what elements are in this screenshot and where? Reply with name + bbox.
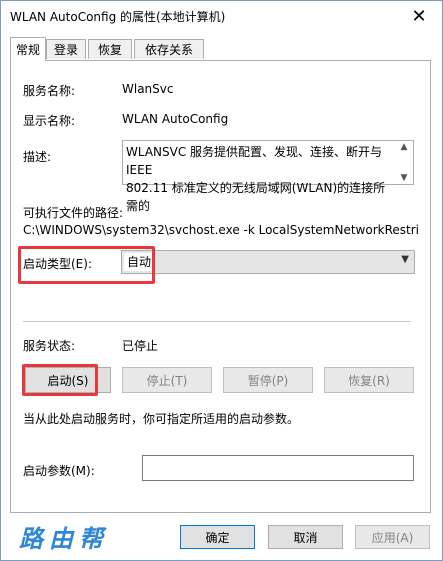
scroll-up-icon[interactable]: ▲ [397, 142, 411, 152]
startup-type-select[interactable]: 自动 ▼ [121, 250, 415, 274]
window-title: WLAN AutoConfig 的属性(本地计算机) [10, 10, 226, 24]
pause-button-label: 暂停(P) [247, 373, 289, 388]
tab-dependencies-label: 依存关系 [144, 43, 193, 57]
cancel-button[interactable]: 取消 [268, 525, 343, 549]
tab-recovery[interactable]: 恢复 [88, 39, 132, 59]
resume-button[interactable]: 恢复(R) [324, 367, 414, 393]
stop-button-label: 停止(T) [146, 373, 188, 388]
apply-button-label: 应用(A) [371, 530, 414, 545]
start-button-highlight [22, 364, 98, 396]
start-params-hint: 当从此处启动服务时，你可指定所适用的启动参数。 [23, 412, 300, 426]
tab-logon-label: 登录 [53, 43, 78, 57]
close-button[interactable]: ✕ [396, 1, 442, 31]
tab-general[interactable]: 常规 [10, 37, 46, 61]
ok-button-label: 确定 [205, 530, 230, 545]
display-name-label: 显示名称: [23, 114, 76, 128]
executable-path-value: C:\WINDOWS\system32\svchost.exe -k Local… [23, 223, 418, 237]
description-label: 描述: [23, 150, 52, 164]
tab-logon[interactable]: 登录 [46, 39, 86, 59]
stop-button[interactable]: 停止(T) [122, 367, 212, 393]
ok-button[interactable]: 确定 [180, 525, 255, 549]
service-name-label: 服务名称: [23, 84, 76, 98]
pause-button[interactable]: 暂停(P) [223, 367, 313, 393]
executable-path-label: 可执行文件的路径: [23, 206, 124, 220]
tab-general-label: 常规 [15, 43, 40, 57]
start-params-input[interactable] [142, 455, 414, 481]
apply-button[interactable]: 应用(A) [355, 525, 430, 549]
description-box[interactable]: WLANSVC 服务提供配置、发现、连接、断开与 IEEE 802.11 标准定… [122, 140, 414, 213]
service-status-value: 已停止 [122, 339, 159, 353]
startup-type-highlight [18, 246, 155, 284]
description-text: WLANSVC 服务提供配置、发现、连接、断开与 IEEE 802.11 标准定… [126, 145, 386, 213]
tab-recovery-label: 恢复 [97, 43, 122, 57]
start-params-label: 启动参数(M): [23, 464, 95, 478]
close-icon: ✕ [411, 5, 427, 27]
service-name-value: WlanSvc [122, 82, 174, 96]
watermark-logo: 路由帮 [19, 524, 109, 553]
scroll-down-icon[interactable]: ▼ [397, 173, 411, 183]
service-status-label: 服务状态: [23, 339, 76, 353]
title-bar: WLAN AutoConfig 的属性(本地计算机) ✕ [1, 1, 442, 31]
properties-dialog: WLAN AutoConfig 的属性(本地计算机) ✕ 常规 登录 恢复 依存… [0, 0, 443, 561]
display-name-value: WLAN AutoConfig [122, 112, 229, 126]
chevron-down-icon: ▼ [401, 254, 409, 265]
resume-button-label: 恢复(R) [348, 373, 390, 388]
cancel-button-label: 取消 [293, 530, 318, 545]
section-divider [23, 321, 411, 322]
tab-dependencies[interactable]: 依存关系 [134, 39, 204, 59]
